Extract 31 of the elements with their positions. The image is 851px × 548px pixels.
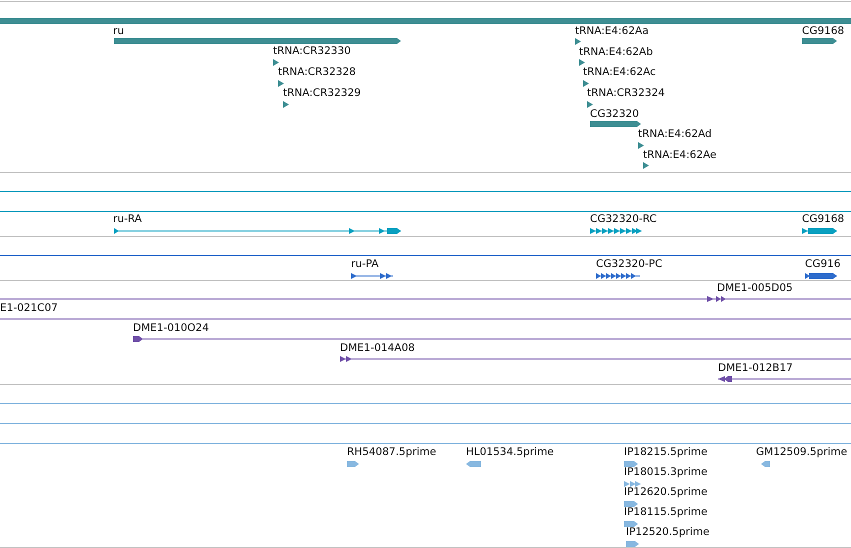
feature-label: IP18115.5prime bbox=[624, 506, 708, 518]
feature-label: tRNA:CR32328 bbox=[278, 66, 356, 78]
feature-label: CG32320 bbox=[590, 108, 639, 120]
feature-label: ru bbox=[113, 25, 124, 37]
feature-label: tRNA:E4:62Ac bbox=[583, 66, 656, 78]
feature-label: tRNA:CR32330 bbox=[273, 45, 351, 57]
feature-label: GM12509.5prime bbox=[756, 446, 848, 458]
feature-label: E1-021C07 bbox=[0, 302, 58, 314]
feature-label: IP18215.5prime bbox=[624, 446, 708, 458]
feature-label: DME1-014A08 bbox=[340, 342, 415, 354]
feature-label: tRNA:E4:62Ad bbox=[638, 128, 712, 140]
feature-label: tRNA:E4:62Aa bbox=[575, 25, 649, 37]
feature-label: ru-PA bbox=[351, 258, 379, 270]
feature-label: DME1-010O24 bbox=[133, 322, 209, 334]
feature-label: tRNA:E4:62Ab bbox=[579, 46, 653, 58]
feature-label: CG9168 bbox=[802, 25, 844, 37]
feature-label: ru-RA bbox=[113, 213, 142, 225]
feature-label: CG32320-RC bbox=[590, 213, 657, 225]
feature-label: tRNA:CR32329 bbox=[283, 87, 361, 99]
feature-label: IP12620.5prime bbox=[624, 486, 708, 498]
feature-label: RH54087.5prime bbox=[347, 446, 436, 458]
feature-label: CG32320-PC bbox=[596, 258, 662, 270]
feature-label: HL01534.5prime bbox=[466, 446, 554, 458]
feature-label: IP12520.5prime bbox=[626, 526, 710, 538]
feature-label: CG916 bbox=[805, 258, 841, 270]
feature-label: DME1-005D05 bbox=[717, 282, 793, 294]
feature-label: IP18015.3prime bbox=[624, 466, 708, 478]
feature-label: tRNA:E4:62Ae bbox=[643, 149, 716, 161]
feature-label: CG9168 bbox=[802, 213, 844, 225]
feature-label: tRNA:CR32324 bbox=[587, 87, 665, 99]
feature-label: DME1-012B17 bbox=[718, 362, 793, 374]
